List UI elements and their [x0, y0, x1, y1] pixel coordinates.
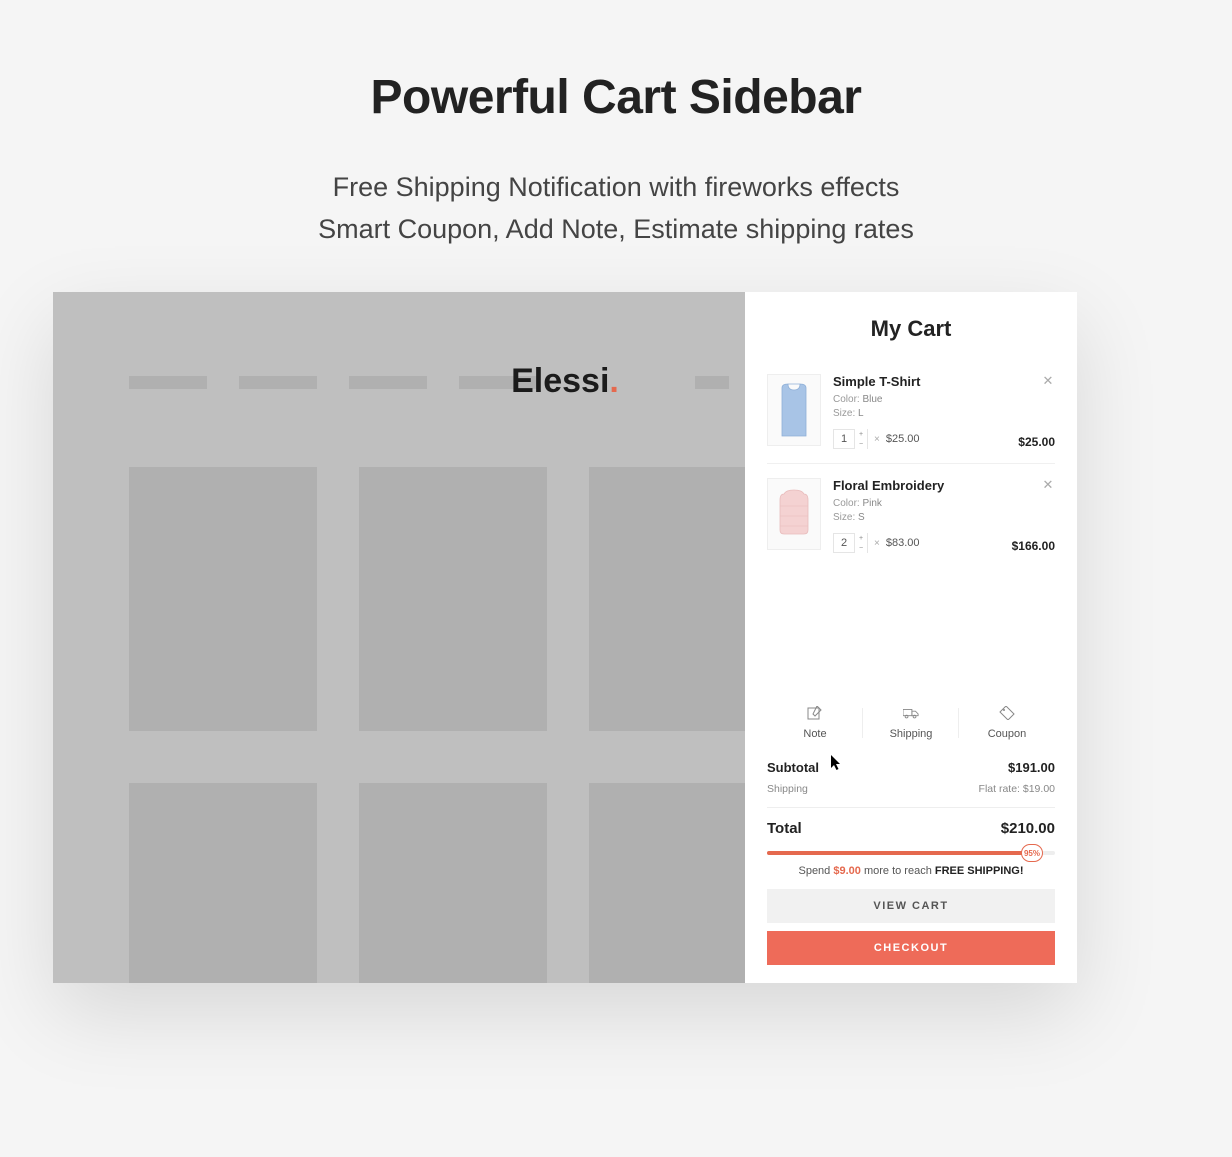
line-total: $25.00 — [1018, 435, 1055, 449]
subtotal-label: Subtotal — [767, 760, 819, 775]
qty-value: 2 — [834, 537, 854, 549]
item-name[interactable]: Simple T-Shirt — [833, 374, 1055, 389]
qty-up-button[interactable]: + — [855, 533, 867, 543]
note-tab[interactable]: Note — [767, 706, 863, 742]
headline-title: Powerful Cart Sidebar — [0, 70, 1232, 125]
cart-item: Simple T-Shirt Color: Blue Size: L 1 + − — [767, 360, 1055, 464]
times-icon: × — [874, 434, 880, 445]
view-cart-button[interactable]: VIEW CART — [767, 889, 1055, 923]
free-shipping-progress: 95% — [767, 851, 1055, 855]
remove-item-button[interactable]: ✕ — [1041, 478, 1055, 492]
shipping-tab[interactable]: Shipping — [863, 706, 959, 742]
qty-value: 1 — [834, 433, 854, 445]
qty-down-button[interactable]: − — [855, 439, 867, 449]
promo-headline: Powerful Cart Sidebar Free Shipping Noti… — [0, 0, 1232, 251]
note-label: Note — [803, 728, 826, 740]
item-thumbnail[interactable] — [767, 478, 821, 550]
unit-price: $25.00 — [886, 433, 920, 445]
quantity-stepper[interactable]: 1 + − — [833, 429, 868, 449]
truck-icon — [903, 706, 919, 720]
headline-sub1: Free Shipping Notification with firework… — [0, 167, 1232, 209]
note-icon — [807, 706, 823, 720]
cart-title: My Cart — [745, 292, 1077, 360]
site-mockup: Elessi. My Cart Simple T-Shirt Color: Bl… — [53, 292, 1077, 983]
cart-sidebar: My Cart Simple T-Shirt Color: Blue Size:… — [745, 292, 1077, 983]
subtotal-value: $191.00 — [1008, 760, 1055, 775]
shipping-cost-value: Flat rate: $19.00 — [979, 783, 1055, 795]
item-thumbnail[interactable] — [767, 374, 821, 446]
checkout-button[interactable]: CHECKOUT — [767, 931, 1055, 965]
total-label: Total — [767, 820, 802, 837]
shipping-label: Shipping — [890, 728, 933, 740]
progress-badge: 95% — [1021, 844, 1043, 862]
qty-down-button[interactable]: − — [855, 543, 867, 553]
shipping-cost-label: Shipping — [767, 783, 808, 795]
free-shipping-message: Spend $9.00 more to reach FREE SHIPPING! — [767, 865, 1055, 877]
qty-up-button[interactable]: + — [855, 429, 867, 439]
quantity-stepper[interactable]: 2 + − — [833, 533, 868, 553]
unit-price: $83.00 — [886, 537, 920, 549]
total-value: $210.00 — [1001, 820, 1055, 837]
product-grid-placeholder — [129, 467, 777, 983]
times-icon: × — [874, 538, 880, 549]
coupon-tab[interactable]: Coupon — [959, 706, 1055, 742]
cart-item: Floral Embroidery Color: Pink Size: S 2 … — [767, 464, 1055, 567]
item-name[interactable]: Floral Embroidery — [833, 478, 1055, 493]
nav-placeholder — [129, 376, 537, 389]
line-total: $166.00 — [1012, 539, 1055, 553]
tag-icon — [999, 706, 1015, 720]
coupon-label: Coupon — [988, 728, 1027, 740]
remove-item-button[interactable]: ✕ — [1041, 374, 1055, 388]
headline-sub2: Smart Coupon, Add Note, Estimate shippin… — [0, 209, 1232, 251]
